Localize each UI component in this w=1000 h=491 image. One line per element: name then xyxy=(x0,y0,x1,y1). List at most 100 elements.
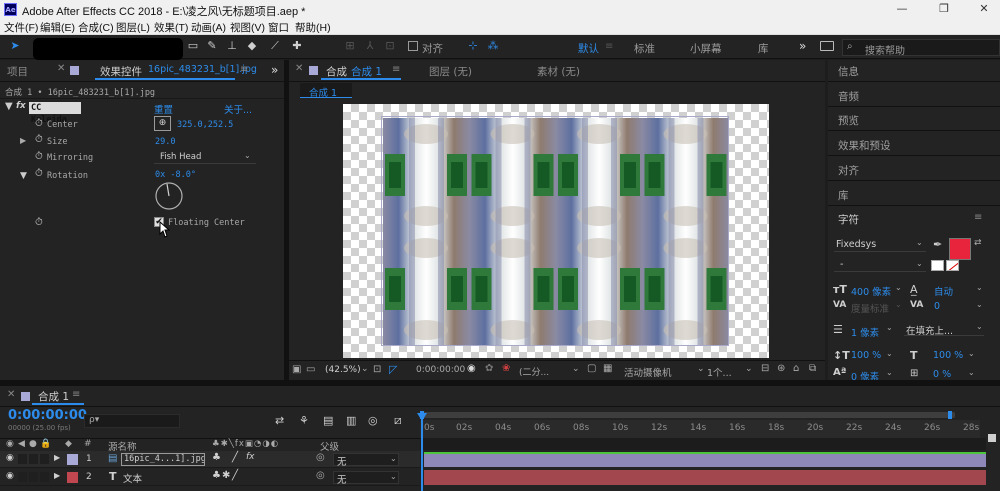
panel-menu-icon[interactable]: ≡ xyxy=(392,64,400,75)
quality-switch-icon[interactable]: ╱ xyxy=(232,470,238,481)
panel-menu-icon[interactable]: ≡ xyxy=(974,212,982,223)
lock-toggle[interactable] xyxy=(40,472,49,482)
snap-icon[interactable]: ⊞ xyxy=(343,39,357,53)
eraser-tool-icon[interactable]: ◆ xyxy=(245,39,259,53)
workspace-standard[interactable]: 标准 xyxy=(634,41,655,56)
chevron-down-icon[interactable]: ⌄ xyxy=(895,300,902,309)
no-stroke-swatch[interactable] xyxy=(946,260,959,271)
audio-panel-header[interactable]: 音频 xyxy=(838,89,859,104)
sync-settings-icon[interactable] xyxy=(820,41,834,51)
stopwatch-icon[interactable]: ⏱ xyxy=(35,134,43,145)
close-icon[interactable]: ✕ xyxy=(7,389,15,400)
menu-file[interactable]: 文件(F) xyxy=(4,20,38,35)
menu-layer[interactable]: 图层(L) xyxy=(116,20,150,35)
time-ruler[interactable]: 0s 02s 04s 06s 08s 10s 12s 14s 16s 18s 2… xyxy=(420,408,980,438)
composition-viewer[interactable] xyxy=(289,100,825,358)
close-icon[interactable]: ✕ xyxy=(295,63,303,74)
timeline-icon[interactable]: ⧉ xyxy=(809,363,816,374)
draft-3d-icon[interactable]: ⚘ xyxy=(299,414,309,427)
chevron-down-icon[interactable]: ⌄ xyxy=(976,283,983,292)
collapse-arrow-icon[interactable]: ▼ xyxy=(5,101,13,112)
preview-panel-header[interactable]: 预览 xyxy=(838,113,859,128)
layer-bounding-box[interactable] xyxy=(381,116,729,346)
resolution-value[interactable]: (二分... xyxy=(519,365,549,378)
monitor-icon[interactable]: ▭ xyxy=(306,364,315,375)
font-size-value[interactable]: 400 像素 xyxy=(851,284,891,298)
chevron-down-icon[interactable]: ⌄ xyxy=(968,349,975,358)
kerning-value[interactable]: 度量标准 xyxy=(851,301,889,315)
parent-dropdown[interactable]: 无 ⌄ xyxy=(333,453,399,468)
align-panel-header[interactable]: 对齐 xyxy=(838,163,859,178)
video-visibility-icon[interactable]: ◉ xyxy=(6,439,14,449)
panel-menu-icon[interactable]: ≡ xyxy=(240,64,248,75)
info-panel-header[interactable]: 信息 xyxy=(838,64,859,79)
minimize-icon[interactable]: — xyxy=(894,2,910,16)
snapshot-icon[interactable]: ◉ xyxy=(467,363,476,374)
mirroring-dropdown[interactable]: Fish Head ⌄ xyxy=(154,150,256,164)
menu-window[interactable]: 窗口 xyxy=(268,20,289,35)
toggle-pixel-icon[interactable]: ⊟ xyxy=(761,363,769,374)
snap-grid-icon[interactable]: ⁂ xyxy=(486,39,500,53)
swap-colors-icon[interactable]: ⇄ xyxy=(974,238,982,248)
shy-switch-icon[interactable]: ♣ xyxy=(212,470,221,481)
fx-icon[interactable]: fx xyxy=(16,101,26,111)
mask-visibility-icon[interactable]: ◸ xyxy=(389,363,397,376)
stopwatch-icon[interactable]: ⏱ xyxy=(35,118,43,129)
effects-presets-panel-header[interactable]: 效果和预设 xyxy=(838,138,891,153)
parent-dropdown[interactable]: 无 ⌄ xyxy=(333,471,399,486)
layer-search-input[interactable]: ρ▾ xyxy=(84,414,180,428)
comp-end-handle[interactable] xyxy=(988,434,996,442)
puppet-pin-icon[interactable]: ✚ xyxy=(290,39,304,53)
workspace-small-screen[interactable]: 小屏幕 xyxy=(690,41,722,56)
comp-subtab[interactable]: 合成 1 xyxy=(300,83,352,99)
layer-label-color[interactable] xyxy=(67,472,78,483)
camera-dropdown[interactable]: 活动摄像机 xyxy=(624,365,672,379)
hide-shy-layers-icon[interactable]: ▤ xyxy=(323,414,333,427)
center-value[interactable]: 325.0,252.5 xyxy=(177,120,233,130)
library-panel-header[interactable]: 库 xyxy=(838,188,849,203)
stopwatch-icon[interactable]: ⏱ xyxy=(35,151,43,162)
chevron-down-icon[interactable]: ⌄ xyxy=(886,368,893,377)
workspace-default[interactable]: 默认 xyxy=(578,41,599,56)
region-of-interest-icon[interactable]: ▢ xyxy=(587,363,596,374)
motion-blur-icon[interactable]: ◎ xyxy=(368,414,378,427)
layer-row[interactable]: ◉ ▶ 2 T 文本 ♣ ✱ ╱ ◎ 无 ⌄ xyxy=(0,469,420,486)
timeline-timecode[interactable]: 0:00:00:00 xyxy=(8,408,87,423)
menu-effect[interactable]: 效果(T) xyxy=(154,20,188,35)
vertical-scale-value[interactable]: 100 % xyxy=(851,350,881,361)
comp-mini-flowchart-icon[interactable]: ⇄ xyxy=(275,414,284,427)
effect-name-label[interactable]: CC Kaleida xyxy=(29,102,81,125)
layer-duration-bar[interactable] xyxy=(424,452,986,467)
menu-view[interactable]: 视图(V) xyxy=(230,20,265,35)
crosshair-icon[interactable]: ⊕ xyxy=(154,116,171,131)
layer-row[interactable]: ◉ ▶ 1 ▤ 16pic_4...1].jpg ♣ ╱ fx ◎ 无 ⌄ xyxy=(0,451,420,468)
shy-switch-icon[interactable]: ♣ xyxy=(212,452,221,463)
frame-blending-icon[interactable]: ▥ xyxy=(346,414,356,427)
views-dropdown[interactable]: 1个... xyxy=(707,365,732,379)
fit-icon[interactable]: ⊡ xyxy=(373,364,381,375)
roto-brush-icon[interactable]: ⟋ xyxy=(268,39,282,53)
leading-value[interactable]: 自动 xyxy=(934,284,953,298)
reset-link[interactable]: 重置 xyxy=(154,102,173,116)
tab-composition[interactable]: 合成 1 xyxy=(351,64,382,79)
stopwatch-icon[interactable]: ⏱ xyxy=(35,168,43,179)
layer-name[interactable]: 16pic_4...1].jpg xyxy=(121,453,205,466)
fill-color-swatch[interactable] xyxy=(949,238,971,260)
fx-switch-icon[interactable]: fx xyxy=(246,452,255,462)
selection-tool-icon[interactable]: ➤ xyxy=(8,39,22,53)
menu-composition[interactable]: 合成(C) xyxy=(78,20,114,35)
tab-layer[interactable]: 图层 (无) xyxy=(429,64,472,79)
align-checkbox[interactable] xyxy=(408,41,418,51)
panel-menu-icon[interactable]: ≡ xyxy=(72,389,80,400)
chevron-down-icon[interactable]: ⌄ xyxy=(697,364,705,374)
expand-arrow-icon[interactable]: ▶ xyxy=(54,471,60,480)
snap-target-icon[interactable]: ⊹ xyxy=(466,39,480,53)
solo-toggle[interactable] xyxy=(29,472,38,482)
color-channel-icon[interactable]: ❀ xyxy=(502,363,510,374)
tab-footage[interactable]: 素材 (无) xyxy=(537,64,580,79)
no-fill-swatch[interactable] xyxy=(931,260,944,271)
help-search-input[interactable]: ⌕ 搜索帮助 xyxy=(842,39,1000,57)
close-icon[interactable]: ✕ xyxy=(976,2,992,16)
workspace-library[interactable]: 库 xyxy=(758,41,769,56)
chevron-down-icon[interactable]: ⌄ xyxy=(895,283,902,292)
